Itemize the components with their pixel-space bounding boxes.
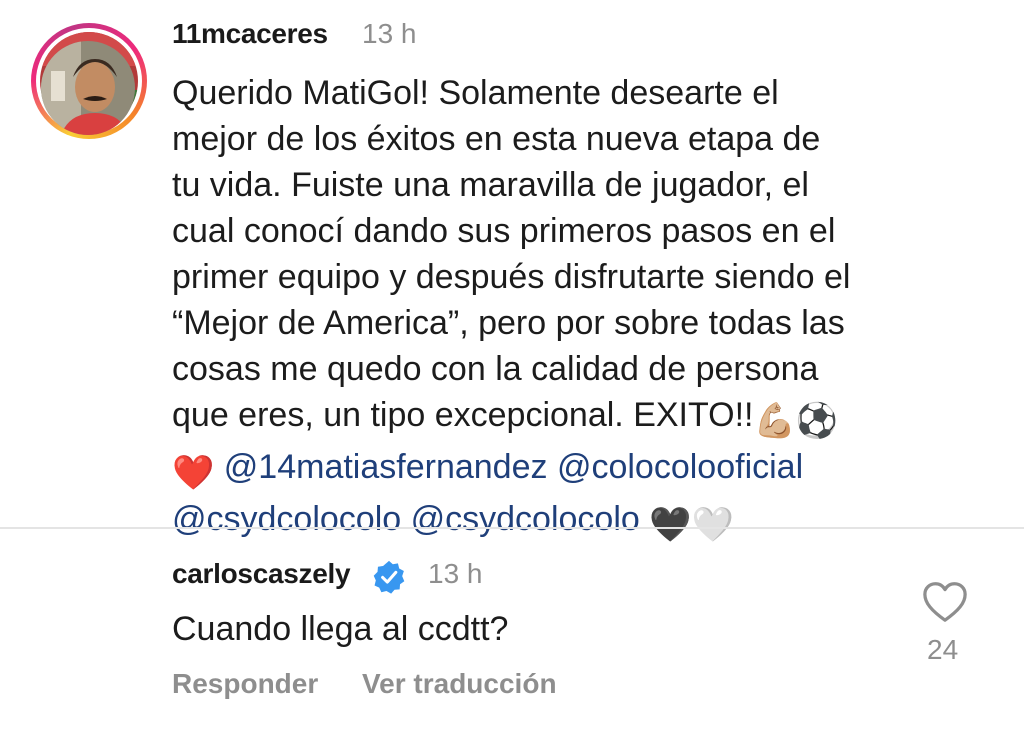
muscle-emoji: 💪🏼 xyxy=(753,402,796,440)
like-count: 24 xyxy=(927,634,959,665)
reply-button[interactable]: Responder xyxy=(172,668,318,699)
translate-button[interactable]: Ver traducción xyxy=(362,668,557,699)
comment-line: Querido MatiGol! Solamente desearte el xyxy=(172,74,779,112)
comment-line: primer equipo y después disfrutarte sien… xyxy=(172,258,851,296)
comment-line: tu vida. Fuiste una maravilla de jugador… xyxy=(172,166,809,204)
soccer-ball-emoji: ⚽ xyxy=(795,402,839,440)
comment-text: Querido MatiGol! Solamente desearte el m… xyxy=(172,70,942,548)
comment-username[interactable]: carloscaszely xyxy=(172,558,351,590)
mention-link[interactable]: @14matiasfernandez xyxy=(224,448,548,486)
comment-timestamp: 13 h xyxy=(428,558,483,589)
comment-11mcaceres: 11mcaceres 13 h Querido MatiGol! Solamen… xyxy=(0,0,1024,544)
comment-text: Cuando llega al ccdtt? xyxy=(172,610,509,648)
comment-line: cosas me quedo con la calidad de persona xyxy=(172,350,819,388)
comment-line: que eres, un tipo excepcional. EXITO!! xyxy=(172,396,754,434)
comment-line: “Mejor de America”, pero por sobre todas… xyxy=(172,304,845,342)
verified-badge-icon xyxy=(373,560,405,594)
heart-icon[interactable] xyxy=(922,580,968,624)
comment-timestamp: 13 h xyxy=(362,18,417,49)
comment-carloscaszely xyxy=(0,530,1024,733)
comment-line: mejor de los éxitos en esta nueva etapa … xyxy=(172,120,821,158)
comment-line: cual conocí dando sus primeros pasos en … xyxy=(172,212,836,250)
comment-divider xyxy=(0,527,1024,529)
red-heart-emoji: ❤️ xyxy=(172,454,215,492)
comment-actions: Responder Ver traducción xyxy=(172,668,593,700)
avatar[interactable] xyxy=(41,41,135,135)
comment-username[interactable]: 11mcaceres xyxy=(172,18,328,50)
mention-link[interactable]: @colocolooficial xyxy=(557,448,803,486)
